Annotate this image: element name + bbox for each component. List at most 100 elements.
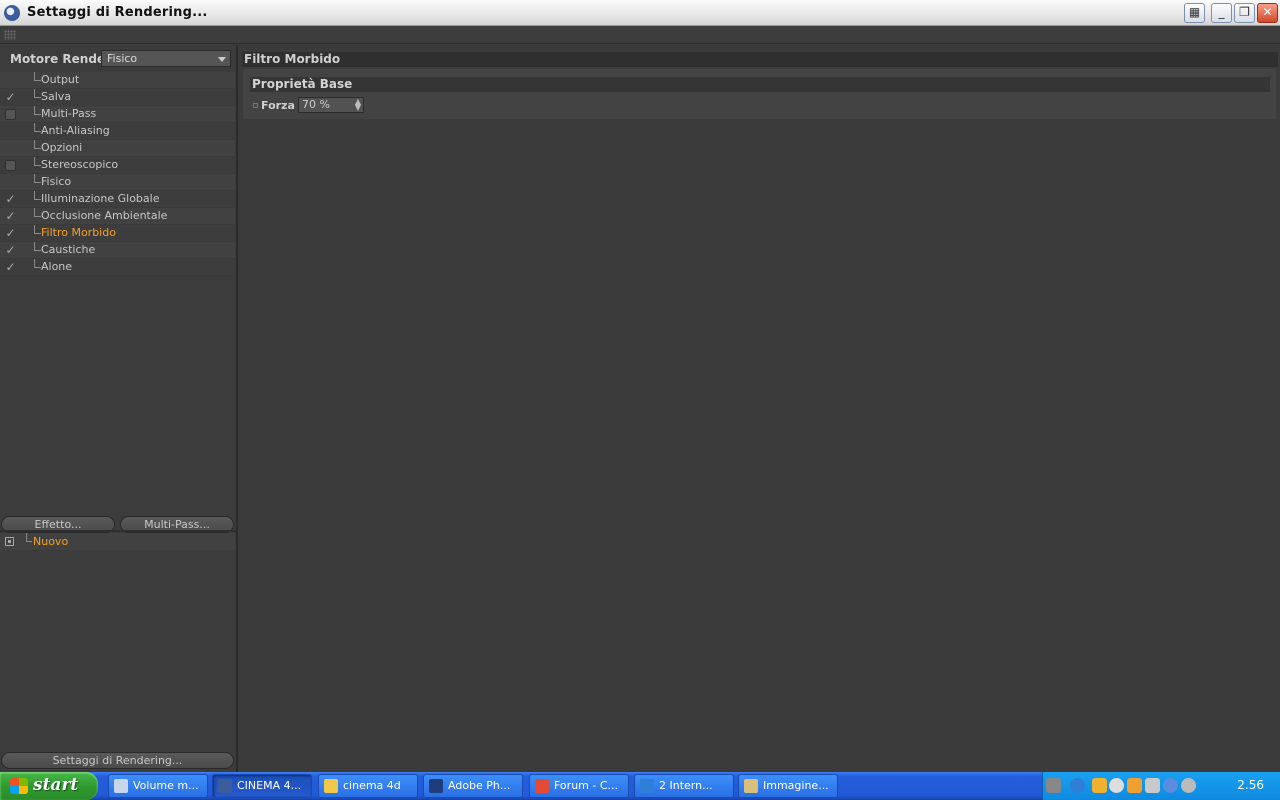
taskbar-item-label: Forum - C... [554,779,619,792]
pc-icon[interactable] [1046,778,1061,793]
clock[interactable]: 2.56 [1237,778,1264,792]
document-icon [114,779,128,793]
tree-item[interactable]: ✓ Salva [0,89,235,106]
tree-branch [34,123,41,132]
checkmark-icon[interactable]: ✓ [5,227,16,239]
ie-quicklaunch-icon[interactable] [1070,778,1085,793]
forza-value: 70 % [302,98,330,111]
render-setting-item[interactable]: Nuovo [0,533,235,550]
panel-title: Filtro Morbido [242,52,1278,67]
tree-branch [34,225,41,234]
tree-branch [34,140,41,149]
avira-icon[interactable] [1127,778,1142,793]
checkbox-empty [5,126,16,137]
tree-item[interactable]: Multi-Pass [0,106,235,123]
checkmark-icon[interactable]: ✓ [5,91,16,103]
cinema4d-icon [4,5,20,21]
close-button[interactable]: ✕ [1257,3,1278,23]
taskbar-item[interactable]: Forum - C... [529,774,629,798]
taskbar-item[interactable]: Volume m... [108,774,208,798]
tree-item[interactable]: ✓ Alone [0,259,235,276]
tree-branch [34,259,41,268]
grid-button[interactable]: ▦ [1184,3,1205,23]
tree-item[interactable]: ✓ Caustiche [0,242,235,259]
render-settings-button[interactable]: Settaggi di Rendering... [1,752,234,769]
checkmark-icon[interactable]: ✓ [5,210,16,222]
checkmark-icon[interactable]: ✓ [5,261,16,273]
render-engine-select[interactable]: Fisico [101,50,231,67]
tree-branch [34,157,41,166]
paint-icon [744,779,758,793]
taskbar-item-label: cinema 4d [343,779,401,792]
tree-item[interactable]: ✓ Filtro Morbido [0,225,235,242]
title-bar[interactable]: Settaggi di Rendering... ▦ _ ❐ ✕ [0,0,1280,26]
cinema4d-icon [218,779,232,793]
checkbox-empty [5,143,16,154]
chrome-icon [535,779,549,793]
animation-dot-icon[interactable] [253,103,258,108]
render-settings-sidebar: Motore Render Fisico Output ✓ Salva Multi-P… [0,45,238,772]
settings-node-icon [5,537,14,546]
grip-icon[interactable] [4,30,16,40]
tree-item[interactable]: Stereoscopico [0,157,235,174]
tree-item-label: Illuminazione Globale [41,192,160,205]
tree-branch [26,533,32,542]
bluetooth-icon[interactable] [1163,778,1178,793]
group-title: Proprietà Base [250,77,1270,92]
tree-item-label: Alone [41,260,73,273]
network-icon[interactable] [1181,778,1196,793]
tree-branch [34,106,41,115]
tree-item-label: Stereoscopico [41,158,119,171]
window-title: Settaggi di Rendering... [27,5,208,20]
spinner-icon[interactable]: ▲ ▼ [355,98,361,112]
taskbar-item[interactable]: CINEMA 4... [212,774,312,798]
tree-item[interactable]: ✓ Occlusione Ambientale [0,208,235,225]
checkbox-empty [5,177,16,188]
checkmark-icon[interactable]: ✓ [5,244,16,256]
checkbox[interactable] [5,109,16,120]
taskbar-item-label: Immagine... [763,779,829,792]
tree-item-label: Output [41,73,80,86]
render-engine-value: Fisico [107,52,138,65]
start-button[interactable]: start [0,772,98,800]
toolbar-strip [0,26,1280,44]
volume-icon[interactable] [1145,778,1160,793]
tree-item[interactable]: Fisico [0,174,235,191]
tree-item-label: Salva [41,90,72,103]
restore-button[interactable]: ❐ [1234,3,1255,23]
tree-item[interactable]: ✓ Illuminazione Globale [0,191,235,208]
tree-item-label: Caustiche [41,243,96,256]
dropdown-arrow-icon [218,57,226,62]
taskbar-item-label: Adobe Ph... [448,779,511,792]
checkmark-icon[interactable]: ✓ [5,193,16,205]
ie-icon [640,779,654,793]
tree-item-label: Fisico [41,175,72,188]
tree-item-label: Opzioni [41,141,83,154]
tree-branch [34,208,41,217]
forza-input[interactable]: 70 % ▲ ▼ [298,97,364,113]
tree-item-label: Filtro Morbido [41,226,116,239]
checkbox[interactable] [5,160,16,171]
taskbar-item[interactable]: Immagine... [738,774,838,798]
clock-app-icon[interactable] [1092,778,1107,793]
back-arrow-icon[interactable] [1109,778,1124,793]
tree-item[interactable]: Opzioni [0,140,235,157]
taskbar-item[interactable]: cinema 4d [318,774,418,798]
tree-branch [34,72,41,81]
render-engine-row: Motore Render Fisico [0,49,238,69]
tree-item[interactable]: Anti-Aliasing [0,123,235,140]
taskbar-item[interactable]: 2 Intern... [634,774,734,798]
tree-item[interactable]: Output [0,72,235,89]
minimize-button[interactable]: _ [1211,3,1232,23]
tree-branch [34,242,41,251]
taskbar-item-label: 2 Intern... [659,779,713,792]
render-engine-label: Motore Render [10,52,111,66]
taskbar-item-label: Volume m... [133,779,199,792]
photoshop-icon [429,779,443,793]
taskbar-item[interactable]: Adobe Ph... [423,774,523,798]
windows-logo-icon [10,778,28,794]
tree-branch [34,191,41,200]
taskbar-item-label: CINEMA 4... [237,779,302,792]
attribute-panel: Filtro Morbido Proprietà Base Forza 70 %… [240,45,1280,772]
forza-label: Forza [261,99,295,112]
